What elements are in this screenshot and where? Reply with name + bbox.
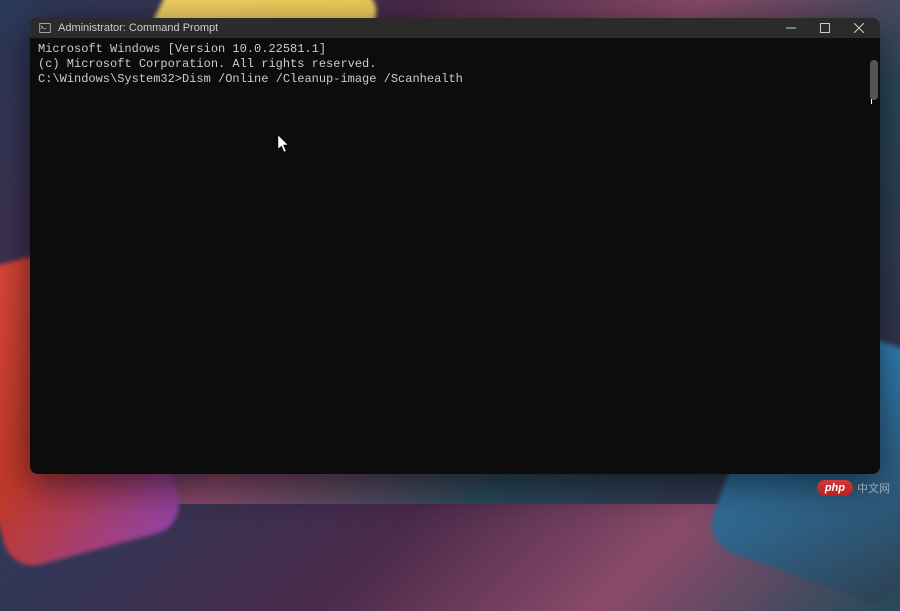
terminal-body[interactable]: Microsoft Windows [Version 10.0.22581.1]…	[30, 38, 880, 474]
watermark-text: 中文网	[857, 480, 890, 496]
watermark-badge: php	[817, 480, 853, 496]
terminal-output-line: Microsoft Windows [Version 10.0.22581.1]	[38, 42, 872, 57]
scrollbar[interactable]	[870, 60, 878, 100]
terminal-output-line: (c) Microsoft Corporation. All rights re…	[38, 57, 872, 72]
terminal-prompt-line: C:\Windows\System32>Dism /Online /Cleanu…	[38, 72, 872, 87]
maximize-button[interactable]	[808, 18, 842, 38]
command-prompt-window: Administrator: Command Prompt Microsoft …	[30, 18, 880, 474]
minimize-button[interactable]	[774, 18, 808, 38]
close-button[interactable]	[842, 18, 876, 38]
cmd-icon	[38, 21, 52, 35]
watermark: php 中文网	[817, 480, 890, 496]
window-title: Administrator: Command Prompt	[58, 22, 774, 34]
title-bar[interactable]: Administrator: Command Prompt	[30, 18, 880, 38]
window-controls	[774, 18, 876, 38]
